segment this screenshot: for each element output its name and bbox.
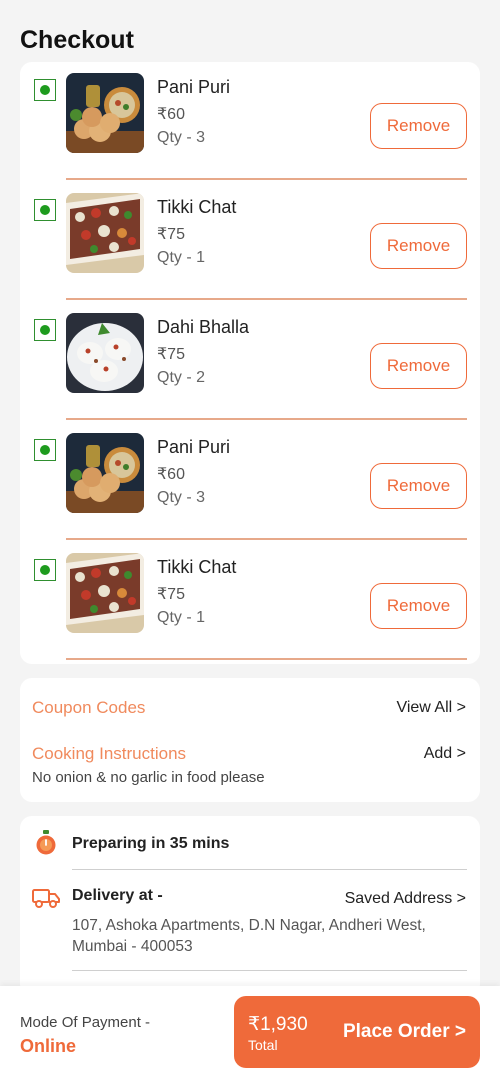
item-qty: Qty - 2 — [157, 369, 206, 386]
remove-button[interactable]: Remove — [370, 223, 467, 269]
cooking-instructions-label: Cooking Instructions — [32, 744, 187, 763]
divider — [66, 178, 467, 180]
cart-item: Pani Puri ₹60 Qty - 3 Remove — [20, 422, 480, 542]
preparing-time: Preparing in 35 mins — [72, 835, 230, 852]
remove-button[interactable]: Remove — [370, 103, 467, 149]
divider — [66, 298, 467, 300]
veg-indicator-icon — [34, 79, 56, 101]
extras-card: Coupon Codes View All > Cooking Instruct… — [20, 678, 480, 802]
coupon-codes-label: Coupon Codes — [32, 698, 146, 717]
delivery-truck-icon — [32, 889, 60, 908]
saved-address-link[interactable]: Saved Address > — [345, 890, 466, 908]
item-qty: Qty - 1 — [157, 609, 206, 626]
delivery-at-label: Delivery at - — [72, 887, 163, 904]
item-name: Pani Puri — [157, 77, 231, 97]
divider — [72, 869, 467, 870]
cart-item: Pani Puri ₹60 Qty - 3 Remove — [20, 62, 480, 182]
item-name: Dahi Bhalla — [157, 317, 250, 337]
cart-item: Tikki Chat ₹75 Qty - 1 Remove — [20, 182, 480, 302]
checkout-screen: Checkout Pani Puri ₹60 Qty - 3 Remove Ti… — [0, 0, 500, 1082]
checkout-bottom-bar: Mode Of Payment - Online ₹1,930 Total Pl… — [0, 986, 500, 1082]
item-price: ₹75 — [157, 586, 185, 603]
item-qty: Qty - 1 — [157, 249, 206, 266]
item-name: Tikki Chat — [157, 557, 237, 577]
item-name: Pani Puri — [157, 437, 231, 457]
payment-mode-label: Mode Of Payment - — [20, 1014, 151, 1031]
item-qty: Qty - 3 — [157, 489, 206, 506]
payment-mode-value[interactable]: Online — [20, 1036, 76, 1057]
item-price: ₹75 — [157, 346, 185, 363]
divider — [66, 418, 467, 420]
item-price: ₹60 — [157, 106, 185, 123]
item-price: ₹60 — [157, 466, 185, 483]
food-image-tikki-chat — [66, 553, 144, 633]
total-label: Total — [248, 1037, 278, 1053]
food-image-pani-puri — [66, 433, 144, 513]
place-order-label: Place Order > — [342, 1021, 466, 1042]
add-instructions-link[interactable]: Add > — [424, 745, 466, 763]
item-qty: Qty - 3 — [157, 129, 206, 146]
total-amount: ₹1,930 — [248, 1014, 308, 1035]
veg-indicator-icon — [34, 559, 56, 581]
cooking-instructions-text: No onion & no garlic in food please — [32, 769, 265, 786]
view-all-coupons-link[interactable]: View All > — [396, 699, 466, 717]
divider — [66, 658, 467, 660]
food-image-pani-puri — [66, 73, 144, 153]
delivery-card: Preparing in 35 mins Delivery at - Saved… — [20, 816, 480, 996]
item-price: ₹75 — [157, 226, 185, 243]
veg-indicator-icon — [34, 199, 56, 221]
cart-item: Tikki Chat ₹75 Qty - 1 Remove — [20, 542, 480, 662]
veg-indicator-icon — [34, 439, 56, 461]
timer-icon — [36, 830, 56, 855]
remove-button[interactable]: Remove — [370, 583, 467, 629]
veg-indicator-icon — [34, 319, 56, 341]
food-image-tikki-chat — [66, 193, 144, 273]
delivery-address: 107, Ashoka Apartments, D.N Nagar, Andhe… — [72, 917, 426, 955]
remove-button[interactable]: Remove — [370, 463, 467, 509]
cart-item: Dahi Bhalla ₹75 Qty - 2 Remove — [20, 302, 480, 422]
item-name: Tikki Chat — [157, 197, 237, 217]
divider — [66, 538, 467, 540]
divider — [72, 970, 467, 971]
remove-button[interactable]: Remove — [370, 343, 467, 389]
food-image-dahi-bhalla — [66, 313, 144, 393]
cart-list: Pani Puri ₹60 Qty - 3 Remove Tikki Chat … — [20, 62, 480, 664]
page-title: Checkout — [20, 26, 134, 54]
place-order-button[interactable]: ₹1,930 Total Place Order > — [234, 996, 480, 1068]
